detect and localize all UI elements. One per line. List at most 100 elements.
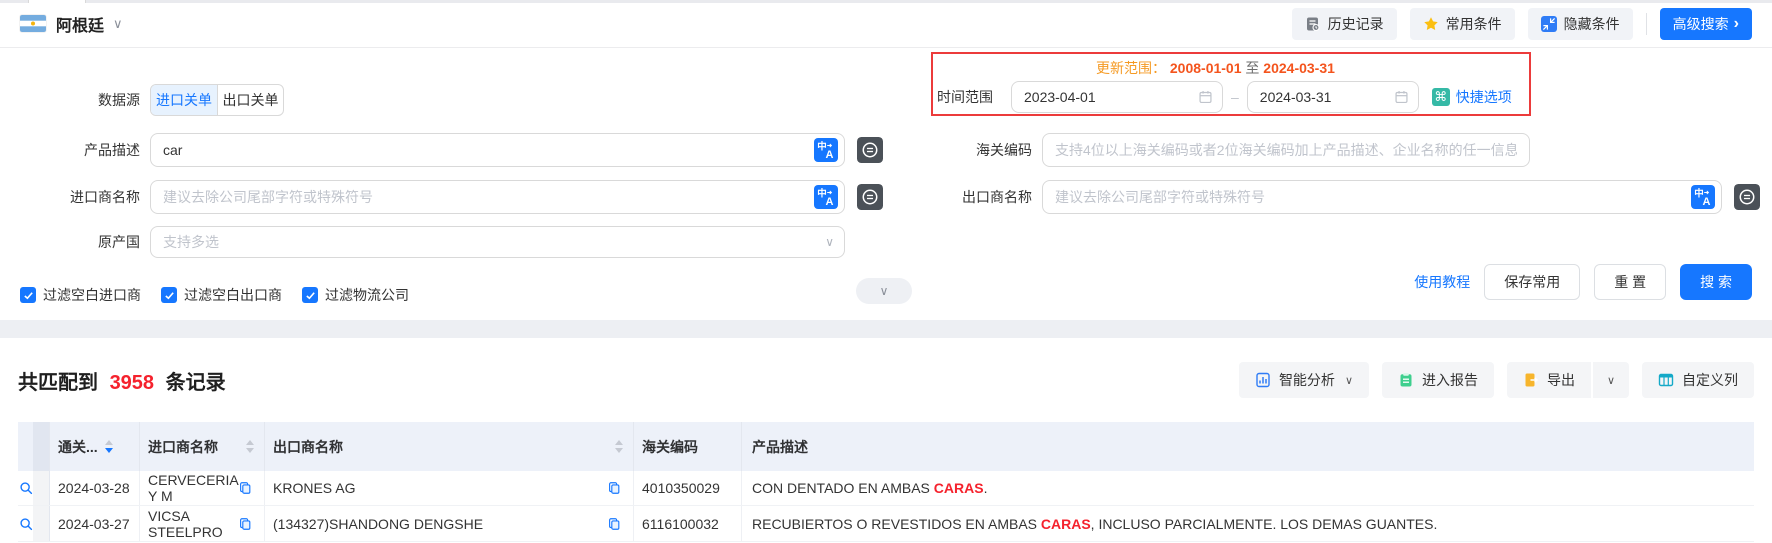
origin-country-select[interactable]: 支持多选 [150,226,845,258]
collapse-form-button[interactable]: ∨ [856,278,912,304]
filter-checkbox-row: 过滤空白进口商 过滤空白出口商 过滤物流公司 [20,285,409,305]
translate-icon[interactable]: 中 A [814,138,838,162]
cell-importer: VICSA STEELPRO [140,506,265,541]
product-desc-input[interactable] [150,133,845,167]
history-button[interactable]: 历史记录 [1291,7,1397,40]
copy-icon[interactable] [238,481,252,495]
top-edge-tab-gap [28,0,86,3]
chevron-down-icon: ∨ [825,235,834,249]
search-button[interactable]: 搜 索 [1680,264,1752,300]
header-hscode: 海关编码 [634,422,742,471]
importer-label: 进口商名称 [70,189,140,205]
copy-icon[interactable] [607,481,621,495]
checkbox-filter-logistics[interactable]: 过滤物流公司 [302,285,409,305]
count-suffix: 条记录 [165,371,226,394]
top-edge-line [0,0,1772,3]
enter-report-button[interactable]: 进入报告 [1382,362,1494,398]
end-date-input[interactable]: 2024-03-31 [1246,81,1419,113]
count-prefix: 共匹配到 [18,371,98,394]
checkbox-checked-icon [161,287,177,303]
results-section: 共匹配到 3958 条记录 智能分析 ∨ 进入报告 导出 ∨ 自定义列 通关..… [0,358,1772,542]
smart-analysis-label: 智能分析 [1278,372,1335,388]
cell-importer: CERVECERIA Y M [140,471,265,505]
custom-columns-label: 自定义列 [1682,372,1738,388]
no-translate-icon[interactable] [1734,184,1760,210]
favorite-conditions-button[interactable]: 常用条件 [1409,7,1515,40]
section-divider [0,320,1772,338]
topbar: 阿根廷 ∨ 历史记录 常用条件 隐藏条件 高级搜索 › [0,0,1772,48]
datasource-tabs: 进口关单 出口关单 [150,84,284,116]
checkbox-filter-blank-importer[interactable]: 过滤空白进口商 [20,285,141,305]
copy-icon[interactable] [607,517,621,531]
tab-export-declarations[interactable]: 出口关单 [217,85,283,115]
importer-input[interactable] [150,180,845,214]
cell-exporter: KRONES AG [265,471,634,505]
favorite-conditions-label: 常用条件 [1445,15,1502,32]
sort-icon[interactable] [615,440,623,453]
reset-button[interactable]: 重 置 [1594,264,1667,300]
fixed-column-strip [33,506,50,541]
hide-conditions-button[interactable]: 隐藏条件 [1527,7,1633,40]
checkbox-label: 过滤空白进口商 [43,287,141,303]
copy-icon[interactable] [238,517,252,531]
count-number: 3958 [109,371,155,394]
cell-hscode: 6116100032 [634,506,742,541]
save-favorite-button[interactable]: 保存常用 [1484,264,1581,300]
highlighted-keyword: CARAS [933,480,984,496]
exporter-input[interactable] [1042,180,1722,214]
analysis-chart-icon [1256,372,1270,388]
header-clearance-date[interactable]: 通关... [50,422,140,471]
sort-icon[interactable] [246,440,254,453]
export-label: 导出 [1547,372,1575,388]
collapse-icon [1540,15,1557,32]
time-range-label: 时间范围 [937,89,993,105]
fixed-column-strip [33,422,50,471]
header-importer[interactable]: 进口商名称 [140,422,265,471]
checkbox-checked-icon [302,287,318,303]
row-detail-search-icon[interactable] [19,517,33,531]
table-row[interactable]: 2024-03-28 CERVECERIA Y M KRONES AG 4010… [18,471,1754,506]
enter-report-label: 进入报告 [1422,372,1478,388]
quick-options-link[interactable]: ⌘ 快捷选项 [1431,87,1512,107]
results-table: 通关... 进口商名称 出口商名称 海关编码 产品描述 2024-03-28 C… [18,422,1754,542]
translate-icon[interactable]: 中 A [1691,185,1715,209]
advanced-search-button[interactable]: 高级搜索 › [1659,7,1752,40]
country-chevron-down-icon[interactable]: ∨ [113,16,123,32]
star-icon [1423,16,1438,30]
table-row[interactable]: 2024-03-27 VICSA STEELPRO (134327)SHANDO… [18,506,1754,542]
header-exporter[interactable]: 出口商名称 [265,422,634,471]
export-button[interactable]: 导出 [1507,362,1591,398]
table-header-row: 通关... 进口商名称 出口商名称 海关编码 产品描述 [18,422,1754,471]
update-range-start: 2008-01-01 [1169,60,1242,76]
product-desc-label: 产品描述 [84,142,140,158]
country-name[interactable]: 阿根廷 [56,12,104,36]
cell-product-desc: RECUBIERTOS O REVESTIDOS EN AMBAS CARAS,… [752,515,1438,532]
checkbox-label: 过滤物流公司 [325,287,409,303]
smart-analysis-button[interactable]: 智能分析 ∨ [1238,362,1369,398]
start-date-value: 2023-04-01 [1024,89,1096,105]
sort-icon[interactable] [104,440,113,453]
start-date-input[interactable]: 2023-04-01 [1011,81,1223,113]
tutorial-link[interactable]: 使用教程 [1414,272,1470,292]
chevron-down-icon: ∨ [1344,374,1353,387]
end-date-value: 2024-03-31 [1259,89,1332,105]
datasource-label: 数据源 [98,92,140,108]
no-translate-icon[interactable] [857,137,883,163]
date-range-dash: – [1231,89,1239,105]
update-range-line: 更新范围： 2008-01-01 至 2024-03-31 [1096,58,1529,78]
result-count: 共匹配到 3958 条记录 [18,366,226,395]
form-actions: 使用教程 保存常用 重 置 搜 索 [1414,264,1752,300]
command-icon: ⌘ [1431,88,1450,106]
update-range-label: 更新范围： [1096,60,1166,76]
tab-import-declarations[interactable]: 进口关单 [151,85,217,115]
export-dropdown-button[interactable]: ∨ [1593,362,1629,398]
custom-columns-button[interactable]: 自定义列 [1642,362,1754,398]
header-product-desc: 产品描述 [752,438,808,455]
no-translate-icon[interactable] [857,184,883,210]
checkbox-filter-blank-exporter[interactable]: 过滤空白出口商 [161,285,282,305]
translate-icon[interactable]: 中 A [814,185,838,209]
hscode-input[interactable] [1042,133,1530,167]
row-detail-search-icon[interactable] [19,481,33,495]
columns-icon [1658,373,1674,387]
search-form: 数据源 进口关单 出口关单 产品描述 中 A [0,48,1772,320]
